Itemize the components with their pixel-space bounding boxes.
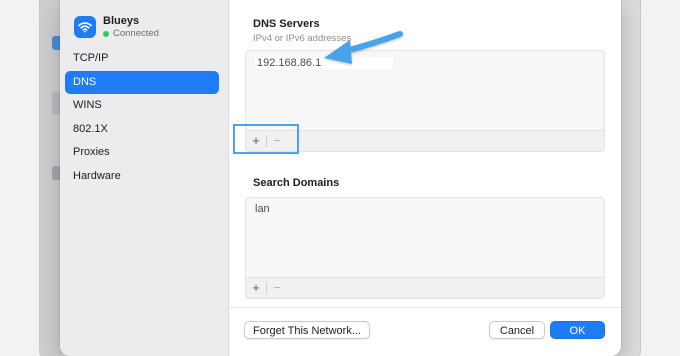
sidebar-item-wins[interactable]: WINS	[65, 94, 219, 118]
dns-servers-toolbar: + −	[246, 130, 604, 151]
wifi-icon	[74, 16, 96, 38]
dns-servers-subtitle: IPv4 or IPv6 addresses	[253, 33, 352, 44]
ok-button[interactable]: OK	[550, 321, 605, 339]
network-name: Blueys	[103, 15, 140, 27]
network-status: Connected	[103, 28, 159, 39]
search-domains-title: Search Domains	[253, 177, 340, 189]
network-header: Blueys Connected	[74, 15, 159, 39]
remove-search-domain-button[interactable]: −	[267, 278, 287, 298]
dns-server-entry[interactable]: 192.168.86.1	[255, 57, 393, 69]
dns-settings-panel: DNS Servers IPv4 or IPv6 addresses 192.1…	[229, 0, 621, 356]
screenshot-stage: Blueys Connected TCP/IP DNS WINS 802.1X …	[0, 0, 680, 356]
sidebar-item-8021x[interactable]: 802.1X	[65, 118, 219, 142]
sidebar: Blueys Connected TCP/IP DNS WINS 802.1X …	[60, 0, 229, 356]
cancel-button[interactable]: Cancel	[489, 321, 545, 339]
footer-divider	[229, 307, 621, 308]
search-domains-list[interactable]: lan + −	[245, 197, 605, 299]
sidebar-item-dns[interactable]: DNS	[65, 70, 219, 94]
network-status-label: Connected	[113, 28, 159, 39]
sidebar-item-tcpip[interactable]: TCP/IP	[65, 47, 219, 71]
add-search-domain-button[interactable]: +	[246, 278, 266, 298]
dns-servers-title: DNS Servers	[253, 18, 320, 30]
network-details-sheet: Blueys Connected TCP/IP DNS WINS 802.1X …	[60, 0, 621, 356]
search-domain-entry[interactable]: lan	[255, 203, 270, 215]
sidebar-item-hardware[interactable]: Hardware	[65, 165, 219, 189]
search-domains-toolbar: + −	[246, 277, 604, 298]
status-dot-icon	[103, 30, 109, 37]
forget-network-button[interactable]: Forget This Network...	[244, 321, 370, 339]
dns-servers-list[interactable]: 192.168.86.1 + −	[245, 50, 605, 152]
annotation-highlight-box	[233, 124, 299, 154]
sidebar-nav: TCP/IP DNS WINS 802.1X Proxies Hardware	[65, 47, 219, 188]
sidebar-item-proxies[interactable]: Proxies	[65, 141, 219, 165]
